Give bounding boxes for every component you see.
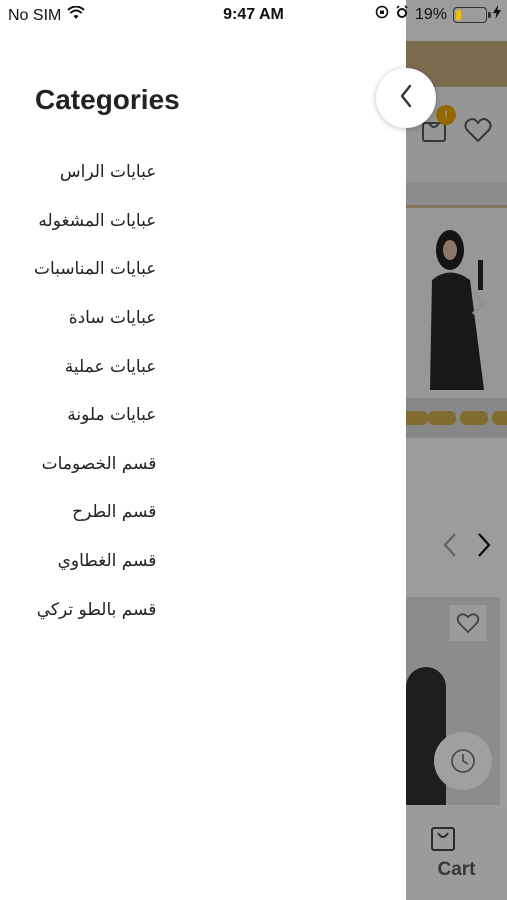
dim-overlay[interactable]	[406, 0, 507, 900]
category-item[interactable]: عبايات ملونة	[34, 391, 156, 440]
categories-drawer: Categories عبايات الراس عبايات المشغوله …	[0, 0, 406, 900]
chevron-left-icon	[398, 83, 414, 114]
category-item[interactable]: عبايات عملية	[34, 342, 157, 391]
drawer-title: Categories	[35, 84, 180, 115]
battery-icon	[453, 6, 491, 23]
category-item[interactable]: قسم الطرح	[34, 488, 156, 537]
status-bar: No SIM 9:47 AM 19%	[0, 0, 507, 30]
category-item[interactable]: قسم الخصومات	[34, 440, 157, 489]
category-item[interactable]: عبايات الراس	[34, 148, 157, 197]
category-item[interactable]: عبايات سادة	[34, 294, 157, 343]
category-item[interactable]: قسم الغطاوي	[34, 537, 157, 586]
category-item[interactable]: عبايات المشغوله	[34, 197, 156, 246]
category-item[interactable]: عبايات المناسبات	[34, 245, 156, 294]
category-item[interactable]: قسم بالطو تركي	[34, 585, 157, 634]
category-list: عبايات الراس عبايات المشغوله عبايات المن…	[34, 148, 156, 634]
status-right: 19%	[375, 5, 501, 24]
close-drawer-button[interactable]	[376, 68, 436, 128]
charging-bolt-icon	[493, 5, 501, 24]
battery-percent: 19%	[414, 5, 447, 23]
battery-tip	[488, 11, 491, 18]
alarm-icon	[395, 5, 409, 24]
battery-fill	[456, 9, 462, 20]
orientation-lock-icon	[375, 5, 389, 24]
